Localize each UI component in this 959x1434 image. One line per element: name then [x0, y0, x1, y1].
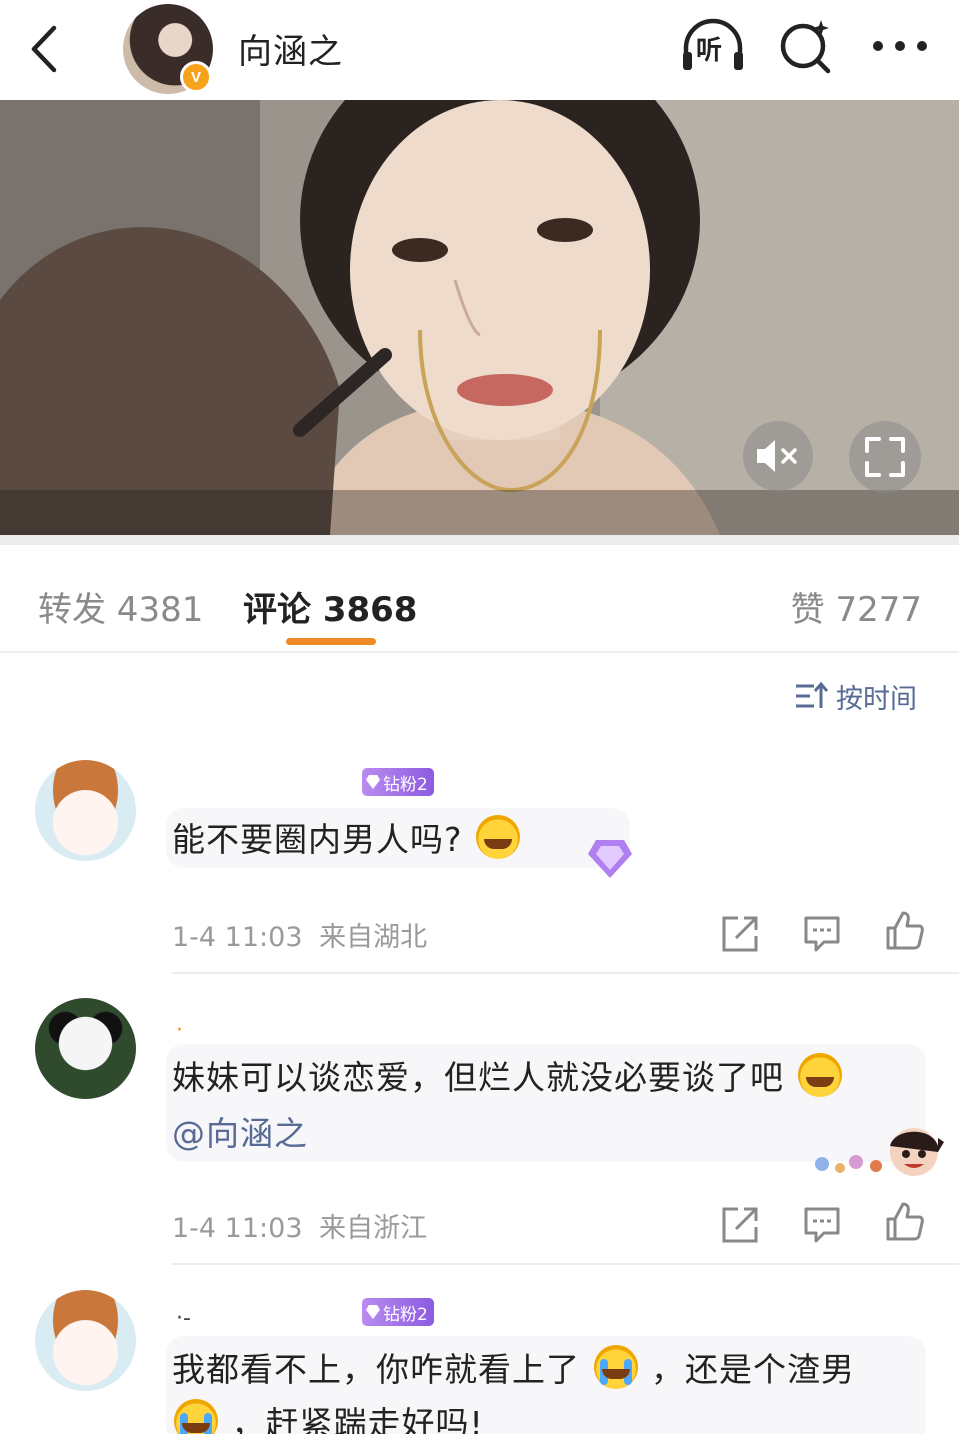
fan-badge: 钻粉2: [362, 768, 434, 796]
comment-time: 1-4 11:03: [172, 1213, 303, 1244]
active-tab-indicator: [286, 638, 376, 645]
comment-text[interactable]: 能不要圈内男人吗?: [172, 812, 522, 868]
tab-likes[interactable]: 赞 7277: [791, 582, 922, 631]
commenter-avatar[interactable]: [35, 760, 136, 861]
verified-badge: V: [180, 61, 212, 93]
comment-meta: 1-4 11:03 来自湖北: [172, 915, 427, 954]
comment-text-line-2[interactable]: ，赶紧踹走好吗!: [172, 1396, 484, 1434]
video-divider: [0, 535, 959, 545]
laugh-cry-emoji-icon: [797, 1053, 842, 1097]
comment-text-content: 妹妹可以谈恋爱，但烂人就没必要谈了吧: [172, 1058, 784, 1097]
commenter-name-mark: ·: [176, 1018, 183, 1043]
laugh-cry-emoji-icon: [476, 815, 521, 859]
comment-icon[interactable]: [802, 1205, 842, 1245]
top-bar: V 向涵之 听: [0, 0, 959, 100]
comment-text[interactable]: 我都看不上，你咋就看上了 ，还是个渣男: [172, 1342, 855, 1398]
thumbs-up-icon[interactable]: [884, 1201, 924, 1241]
comment-text-content: 能不要圈内男人吗?: [172, 820, 463, 859]
crying-emoji-icon: [593, 1345, 638, 1389]
crying-emoji-icon: [174, 1399, 218, 1434]
comment-divider: [172, 972, 959, 974]
fullscreen-icon: [865, 437, 905, 477]
comment-text-content: 我都看不上，你咋就看上了: [172, 1350, 580, 1389]
comment-icon[interactable]: [802, 914, 842, 954]
sort-icon: [796, 681, 828, 708]
post-tabs: 转发 4381 评论 3868 赞 7277: [0, 545, 959, 653]
sort-label: 按时间: [836, 683, 917, 715]
fan-badge: 钻粉2: [362, 1298, 434, 1326]
thumbs-up-icon[interactable]: [884, 910, 924, 950]
fullscreen-button[interactable]: [849, 421, 921, 493]
search-sparkle-icon[interactable]: [778, 18, 834, 74]
diamond-heart-decoration-icon: [588, 840, 632, 878]
mute-toggle-button[interactable]: [743, 421, 813, 491]
comment-text-content: ，赶紧踹走好吗!: [231, 1404, 484, 1434]
back-chevron-icon[interactable]: [26, 22, 66, 76]
commenter-avatar[interactable]: [35, 1290, 136, 1391]
comment-text[interactable]: 妹妹可以谈恋爱，但烂人就没必要谈了吧: [172, 1050, 844, 1106]
listen-label: 听: [696, 36, 723, 66]
diamond-icon: [366, 1305, 380, 1319]
comment-location: 来自湖北: [319, 922, 428, 953]
fan-sticker-decoration-icon: [815, 1128, 944, 1176]
speaker-muted-icon: [757, 440, 797, 472]
fan-badge-label: 钻粉2: [383, 774, 428, 795]
video-player[interactable]: [0, 100, 959, 535]
comment-text-content: ，还是个渣男: [651, 1350, 855, 1389]
commenter-avatar[interactable]: [35, 998, 136, 1099]
comment-time: 1-4 11:03: [172, 922, 303, 953]
fan-badge-label: 钻粉2: [383, 1304, 428, 1325]
commenter-name-mark: ·-: [176, 1306, 191, 1331]
share-icon[interactable]: [720, 914, 760, 954]
author-name[interactable]: 向涵之: [238, 24, 343, 73]
video-frame: [0, 100, 959, 535]
comment-divider: [172, 1263, 959, 1265]
comment-meta: 1-4 11:03 来自浙江: [172, 1206, 427, 1245]
sort-by-time-button[interactable]: 按时间: [794, 678, 917, 715]
diamond-icon: [366, 775, 380, 789]
mention-link[interactable]: @向涵之: [172, 1106, 308, 1162]
comment-location: 来自浙江: [319, 1213, 428, 1244]
share-icon[interactable]: [720, 1205, 760, 1245]
tab-reposts[interactable]: 转发 4381: [38, 582, 203, 631]
more-dots-icon[interactable]: [870, 26, 930, 66]
